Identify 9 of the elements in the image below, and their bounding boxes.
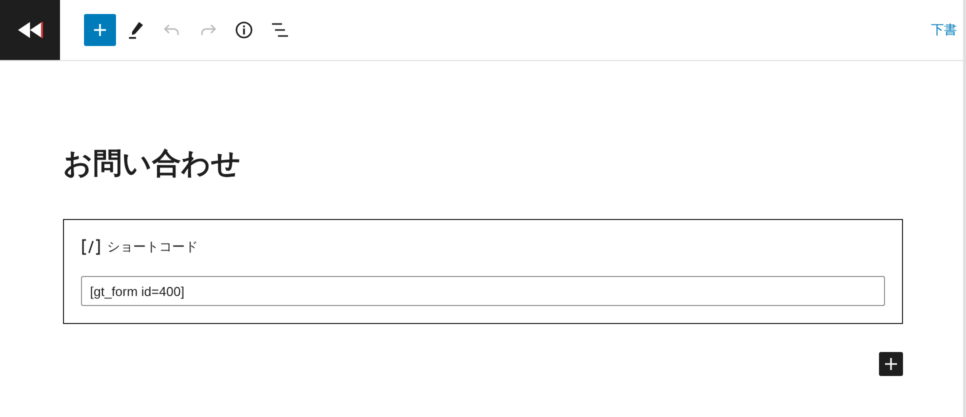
plus-icon xyxy=(93,23,107,37)
back-logo-icon[interactable] xyxy=(0,0,60,60)
save-draft-link[interactable]: 下書 xyxy=(931,21,957,39)
post-title[interactable]: お問い合わせ xyxy=(63,145,903,181)
add-block-button[interactable] xyxy=(879,352,903,376)
shortcode-icon xyxy=(81,238,101,256)
plus-icon xyxy=(885,358,897,370)
shortcode-field[interactable]: [gt_form id=400] xyxy=(81,276,885,306)
block-label: ショートコード xyxy=(107,239,198,256)
